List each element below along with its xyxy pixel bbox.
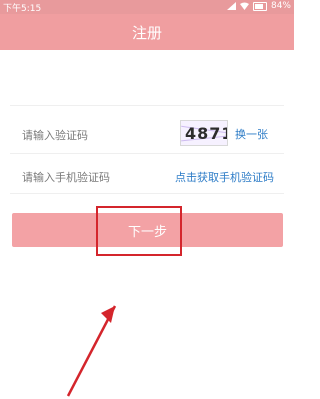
divider (10, 105, 284, 106)
status-bar: 下午5:15 84% (0, 0, 294, 14)
register-form: 请输入验证码 4871 换一张 请输入手机验证码 点击获取手机验证码 下一步 (0, 50, 294, 397)
highlight-annotation (96, 206, 182, 256)
phone-code-input-placeholder: 请输入手机验证码 (22, 171, 110, 184)
battery-percent: 84% (270, 1, 291, 11)
page-title: 注册 (131, 23, 162, 42)
wifi-icon (239, 2, 249, 10)
captcha-text: 4871 (185, 124, 227, 143)
divider (10, 153, 284, 154)
refresh-captcha-link[interactable]: 换一张 (235, 126, 268, 142)
status-time: 下午5:15 (3, 4, 42, 14)
battery-icon (252, 1, 267, 11)
page-header: 注册 (0, 14, 294, 50)
pointer-arrow-icon (66, 305, 117, 397)
get-phone-code-link[interactable]: 点击获取手机验证码 (175, 169, 274, 185)
phone-code-input[interactable]: 请输入手机验证码 (22, 169, 110, 185)
captcha-input-placeholder: 请输入验证码 (22, 129, 88, 142)
captcha-input[interactable]: 请输入验证码 (22, 127, 88, 143)
divider (10, 193, 284, 194)
status-icons: 84% (226, 1, 291, 11)
signal-icon (226, 2, 236, 10)
captcha-image[interactable]: 4871 (180, 120, 228, 146)
